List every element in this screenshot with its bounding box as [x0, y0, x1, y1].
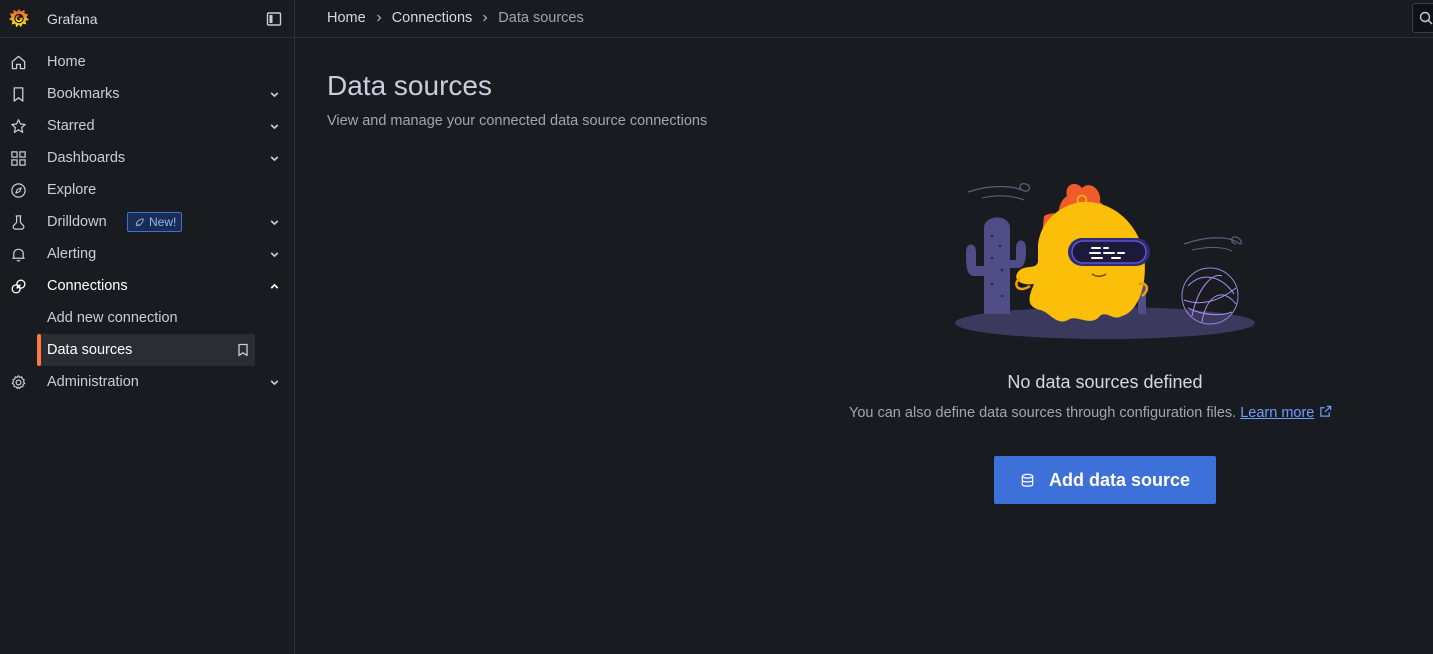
chevron-down-icon[interactable]	[268, 120, 281, 133]
connections-icon	[11, 279, 26, 294]
empty-state-description: You can also define data sources through…	[849, 405, 1332, 421]
page-subtitle: View and manage your connected data sour…	[327, 113, 708, 129]
breadcrumb-data-sources: Data sources	[498, 10, 584, 26]
chevron-down-icon[interactable]	[268, 248, 281, 261]
empty-state-title: No data sources defined	[1007, 372, 1203, 392]
sidebar-header: Grafana	[0, 0, 294, 38]
sidebar-item-label: Administration	[47, 374, 139, 390]
chevron-down-icon[interactable]	[268, 88, 281, 101]
badge-label: New!	[149, 215, 177, 229]
sidebar-item-starred[interactable]: Starred	[0, 110, 295, 142]
sidebar-item-label: Alerting	[47, 246, 97, 262]
search-icon	[1419, 11, 1433, 25]
top-bar: Home Connections Data sources	[295, 0, 1433, 38]
sidebar-item-administration[interactable]: Administration	[0, 366, 295, 398]
chevron-right-icon	[376, 14, 382, 22]
sidebar-item-label: Dashboards	[47, 150, 126, 166]
chevron-up-icon[interactable]	[268, 280, 281, 293]
search-input[interactable]	[1412, 3, 1433, 33]
active-indicator	[37, 334, 41, 366]
chevron-right-icon	[483, 14, 488, 22]
sidebar-item-bookmarks[interactable]: Bookmarks	[0, 78, 295, 110]
breadcrumb-home[interactable]: Home	[327, 10, 366, 26]
star-icon	[11, 119, 26, 133]
sidebar-nav: Home Bookmarks Starred Dashboards Explor…	[0, 46, 295, 398]
empty-state-text: You can also define data sources through…	[849, 405, 1237, 421]
brand-name: Grafana	[47, 11, 98, 27]
sidebar-item-explore[interactable]: Explore	[0, 174, 295, 206]
sidebar-item-drilldown[interactable]: Drilldown New!	[0, 206, 295, 238]
sidebar-item-label: Drilldown	[47, 214, 107, 230]
sidebar-item-dashboards[interactable]: Dashboards	[0, 142, 295, 174]
sidebar: Grafana Home Bookmarks Starred Dashboard…	[0, 0, 295, 654]
database-icon	[1021, 473, 1034, 487]
home-icon	[11, 55, 26, 70]
sidebar-item-label: Bookmarks	[47, 86, 120, 102]
chevron-down-icon[interactable]	[268, 376, 281, 389]
add-data-source-button[interactable]: Add data source	[994, 456, 1216, 504]
sidebar-item-label: Add new connection	[47, 310, 178, 326]
cog-icon	[11, 375, 26, 390]
sidebar-item-add-new-connection[interactable]: Add new connection	[0, 302, 295, 334]
app-root: Grafana Home Bookmarks Starred Dashboard…	[0, 0, 1433, 654]
sidebar-item-home[interactable]: Home	[0, 46, 295, 78]
bell-icon	[12, 248, 25, 262]
bookmark-icon[interactable]	[236, 343, 250, 357]
sidebar-item-label: Starred	[47, 118, 95, 134]
grafana-logo-icon[interactable]	[8, 7, 30, 31]
add-data-source-label: Add data source	[1048, 469, 1191, 490]
empty-state-illustration	[955, 182, 1255, 339]
sidebar-item-data-sources[interactable]: Data sources	[37, 334, 255, 366]
sidebar-item-label: Explore	[47, 182, 97, 198]
page-title: Data sources	[327, 70, 492, 101]
sidebar-item-alerting[interactable]: Alerting	[0, 238, 295, 270]
chevron-down-icon[interactable]	[268, 216, 281, 229]
breadcrumb: Home Connections Data sources	[327, 10, 584, 26]
external-link-icon[interactable]	[1319, 405, 1332, 418]
sidebar-item-label: Home	[47, 54, 86, 70]
dock-menu-icon[interactable]	[266, 11, 282, 27]
drilldown-icon	[12, 215, 25, 230]
new-badge: New!	[127, 212, 183, 232]
sidebar-item-connections[interactable]: Connections	[0, 270, 295, 302]
sidebar-item-label: Connections	[47, 278, 128, 294]
breadcrumb-connections[interactable]: Connections	[392, 10, 473, 26]
learn-more-link[interactable]: Learn more	[1240, 405, 1314, 421]
rocket-icon	[135, 217, 144, 227]
compass-icon	[11, 183, 26, 198]
apps-icon	[11, 151, 26, 166]
bookmark-icon	[13, 87, 24, 102]
chevron-down-icon[interactable]	[268, 152, 281, 165]
sidebar-item-label: Data sources	[47, 342, 133, 358]
